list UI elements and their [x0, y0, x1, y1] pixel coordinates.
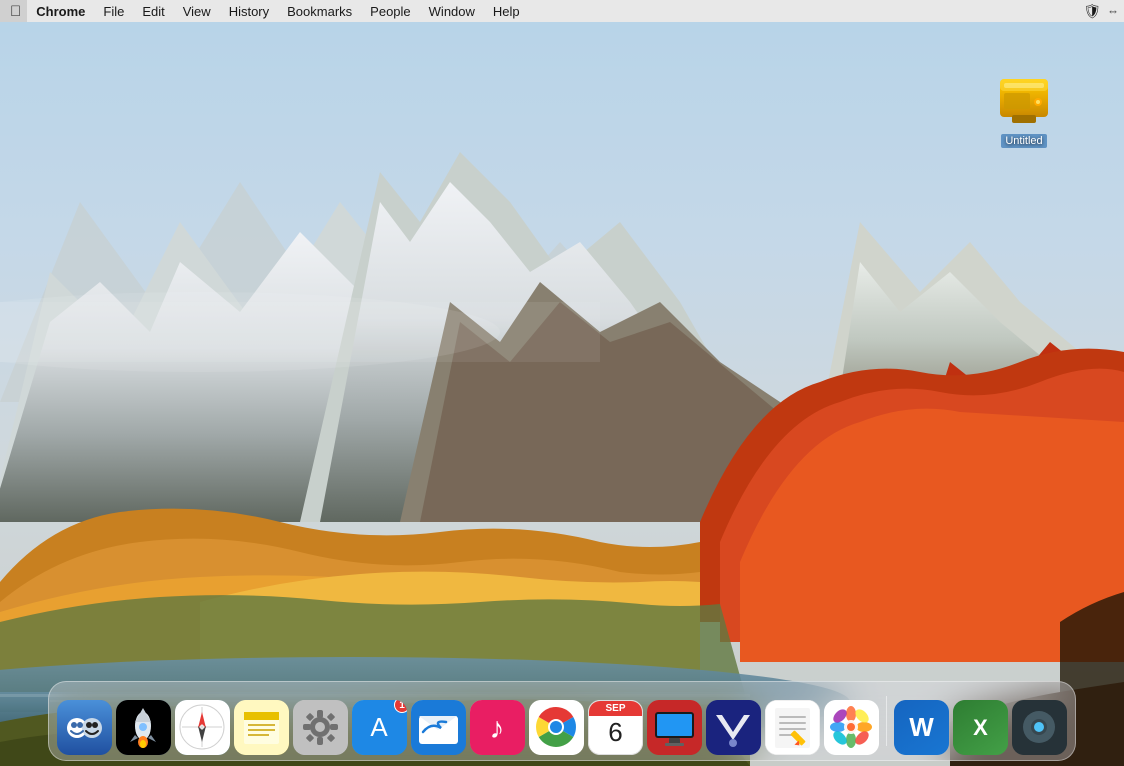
menu-help[interactable]: Help [484, 0, 529, 22]
word-icon: W [894, 700, 949, 755]
screens-icon [647, 700, 702, 755]
app-store-icon: A 1 [352, 700, 407, 755]
menu-view[interactable]: View [174, 0, 220, 22]
menu-chrome[interactable]: Chrome [27, 0, 94, 22]
dock-item-chrome2[interactable] [1012, 690, 1067, 755]
dock-separator [886, 696, 887, 746]
drive-image [992, 67, 1056, 131]
svg-text:A: A [370, 712, 388, 742]
menu-file[interactable]: File [94, 0, 133, 22]
menubar-right: 🛡 ⇔ [1083, 3, 1124, 20]
photos-icon [824, 700, 879, 755]
menu-bookmarks[interactable]: Bookmarks [278, 0, 361, 22]
dock-item-word[interactable]: W [894, 690, 949, 755]
launchpad-icon [116, 700, 171, 755]
drive-icon[interactable]: Untitled [984, 67, 1064, 148]
textedit-icon [765, 700, 820, 755]
safari-icon [175, 700, 230, 755]
drive-label: Untitled [1001, 134, 1046, 148]
dock-item-mail[interactable] [411, 690, 466, 755]
wallpaper [0, 22, 1124, 766]
excel-icon: X [953, 700, 1008, 755]
app-store-badge: 1 [394, 700, 407, 713]
dock-item-itunes[interactable]: ♪ [470, 690, 525, 755]
resize-icon[interactable]: ⇔ [1107, 4, 1119, 18]
menubar:  Chrome File Edit View History Bookmark… [0, 0, 1124, 22]
dock-item-app-store[interactable]: A 1 [352, 690, 407, 755]
svg-text:♪: ♪ [490, 712, 505, 745]
dock-item-excel[interactable]: X [953, 690, 1008, 755]
dock-item-screens[interactable] [647, 690, 702, 755]
calendar-day: 6 [589, 719, 642, 745]
chrome-icon [529, 700, 584, 755]
vectary-icon [706, 700, 761, 755]
calendar-icon: SEP 6 [588, 700, 643, 755]
dock-item-vectary[interactable] [706, 690, 761, 755]
dock-item-finder[interactable] [57, 690, 112, 755]
desktop: Untitled [0, 22, 1124, 766]
dock-item-calendar[interactable]: SEP 6 [588, 690, 643, 755]
dock-item-textedit[interactable] [765, 690, 820, 755]
apple-menu[interactable]:  [0, 0, 27, 22]
menu-history[interactable]: History [220, 0, 278, 22]
menu-edit[interactable]: Edit [133, 0, 173, 22]
dock-item-notes[interactable] [234, 690, 289, 755]
malwarebytes-icon[interactable]: 🛡 [1083, 3, 1101, 20]
word-inner: W [894, 700, 949, 755]
calendar-month: SEP [589, 701, 642, 716]
mail-icon [411, 700, 466, 755]
dock-item-safari[interactable] [175, 690, 230, 755]
excel-inner: X [953, 700, 1008, 755]
notes-icon [234, 700, 289, 755]
system-preferences-icon [293, 700, 348, 755]
menu-people[interactable]: People [361, 0, 419, 22]
dock-item-launchpad[interactable] [116, 690, 171, 755]
dock-item-photos[interactable] [824, 690, 879, 755]
dock: A 1 ♪ [48, 681, 1076, 761]
itunes-icon: ♪ [470, 700, 525, 755]
dock-item-chrome[interactable] [529, 690, 584, 755]
dock-item-system-preferences[interactable] [293, 690, 348, 755]
finder-icon [57, 700, 112, 755]
chrome2-icon [1012, 700, 1067, 755]
menu-window[interactable]: Window [420, 0, 484, 22]
